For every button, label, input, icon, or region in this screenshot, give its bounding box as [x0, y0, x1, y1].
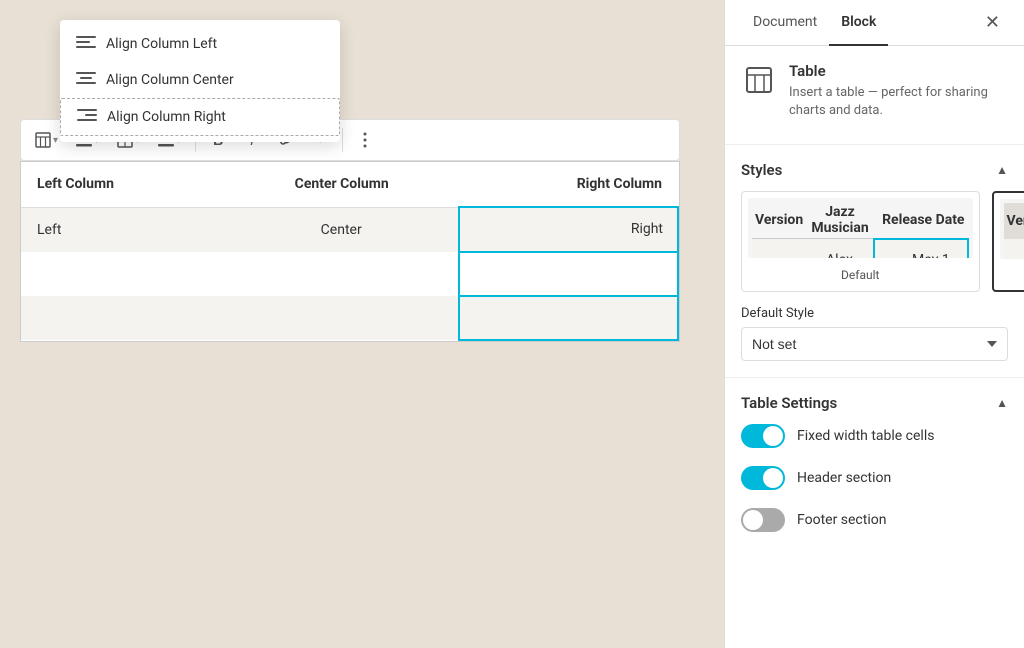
header-section-toggle[interactable]	[741, 466, 785, 490]
col-right-header[interactable]: Right Column	[459, 162, 678, 207]
right-sidebar: Document Block ✕ Table Insert a table — …	[724, 0, 1024, 648]
block-description: Insert a table — perfect for sharing cha…	[789, 84, 1008, 120]
style-stripes-preview: VersionJazz MusicianRelease Date 0.1Alex…	[1000, 199, 1024, 259]
footer-section-toggle[interactable]	[741, 508, 785, 532]
table-settings-heading-row: Table Settings ▲	[741, 394, 1008, 412]
style-thumbnails: VersionJazz MusicianRelease Date 0.1Alex…	[741, 191, 1008, 292]
cell-right[interactable]: Right	[459, 207, 678, 252]
align-center-label: Align Column Center	[106, 72, 234, 88]
tab-document[interactable]: Document	[741, 0, 829, 46]
block-header: Table Insert a table — perfect for shari…	[741, 62, 1008, 120]
block-name: Table	[789, 62, 1008, 80]
align-left-label: Align Column Left	[106, 36, 217, 52]
editor-area: Align Column Left Align Column Center Al…	[0, 0, 724, 648]
sidebar-tabs: Document Block ✕	[725, 0, 1024, 46]
cell-empty-5[interactable]	[224, 296, 459, 340]
align-right-item[interactable]: Align Column Right	[60, 98, 340, 136]
close-button[interactable]: ✕	[977, 4, 1008, 41]
fixed-width-toggle-row: Fixed width table cells	[741, 424, 1008, 448]
table-container: Left Column Center Column Right Column L…	[20, 161, 680, 342]
styles-heading: Styles	[741, 161, 782, 179]
cell-empty-6[interactable]	[459, 296, 678, 340]
cell-empty-1[interactable]	[21, 252, 224, 296]
cell-empty-3[interactable]	[459, 252, 678, 296]
block-table-icon	[741, 62, 777, 98]
content-table: Left Column Center Column Right Column L…	[21, 162, 679, 341]
style-default-thumb[interactable]: VersionJazz MusicianRelease Date 0.1Alex…	[741, 191, 980, 292]
align-center-item[interactable]: Align Column Center	[60, 62, 340, 98]
block-info-section: Table Insert a table — perfect for shari…	[725, 46, 1024, 145]
cell-left[interactable]: Left	[21, 207, 224, 252]
cell-empty-4[interactable]	[21, 296, 224, 340]
header-section-label: Header section	[797, 470, 891, 486]
table-icon	[35, 132, 51, 148]
footer-section-label: Footer section	[797, 512, 886, 528]
style-default-preview: VersionJazz MusicianRelease Date 0.1Alex…	[748, 198, 973, 258]
table-header-row: Left Column Center Column Right Column	[21, 162, 678, 207]
dots-icon	[363, 132, 367, 148]
align-left-icon	[76, 36, 96, 52]
fixed-width-toggle[interactable]	[741, 424, 785, 448]
table-row: Left Center Right	[21, 207, 678, 252]
table-btn-chevron: ▾	[53, 135, 58, 146]
align-right-icon	[77, 109, 97, 125]
align-center-icon	[76, 72, 96, 88]
block-info-text: Table Insert a table — perfect for shari…	[789, 62, 1008, 120]
styles-heading-row: Styles ▲	[741, 161, 1008, 179]
default-style-select[interactable]: Not set Default Stripes	[741, 327, 1008, 361]
styles-section: Styles ▲ VersionJazz MusicianRelease Dat…	[725, 145, 1024, 378]
column-align-dropdown: Align Column Left Align Column Center Al…	[60, 20, 340, 142]
styles-collapse-button[interactable]: ▲	[996, 163, 1008, 177]
style-stripes-thumb[interactable]: VersionJazz MusicianRelease Date 0.1Alex…	[992, 191, 1024, 292]
header-section-toggle-row: Header section	[741, 466, 1008, 490]
align-left-item[interactable]: Align Column Left	[60, 26, 340, 62]
cell-empty-2[interactable]	[224, 252, 459, 296]
col-left-header[interactable]: Left Column	[21, 162, 224, 207]
table-settings-collapse-button[interactable]: ▲	[996, 396, 1008, 410]
table-settings-heading: Table Settings	[741, 394, 837, 412]
style-default-label: Default	[841, 268, 879, 282]
cell-center[interactable]: Center	[224, 207, 459, 252]
toolbar-separator-2	[342, 128, 343, 152]
footer-section-toggle-row: Footer section	[741, 508, 1008, 532]
align-right-label: Align Column Right	[107, 109, 226, 125]
table-row	[21, 296, 678, 340]
fixed-width-label: Fixed width table cells	[797, 428, 934, 444]
table-row	[21, 252, 678, 296]
default-style-label: Default Style	[741, 306, 1008, 321]
dots-menu-button[interactable]	[349, 124, 381, 156]
col-center-header[interactable]: Center Column	[224, 162, 459, 207]
table-settings-section: Table Settings ▲ Fixed width table cells…	[725, 378, 1024, 566]
tab-block[interactable]: Block	[829, 0, 888, 46]
